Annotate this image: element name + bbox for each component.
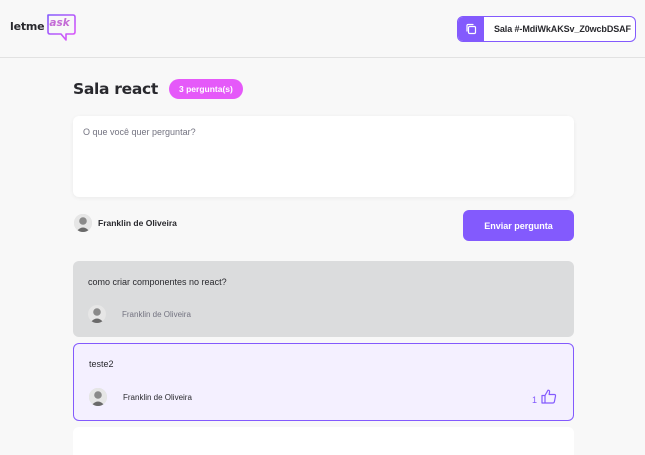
avatar [88,305,106,323]
question-input[interactable] [73,116,574,197]
send-question-button[interactable]: Enviar pergunta [463,210,574,241]
avatar [89,388,107,406]
thumbs-up-icon [541,389,557,406]
question-count-badge: 3 pergunta(s) [169,79,243,99]
like-button[interactable]: 1 [532,389,557,406]
room-code-button[interactable]: Sala #-MdiWkAKSv_Z0wcbDSAF [457,16,636,42]
question-author-name: Franklin de Oliveira [122,309,191,319]
page-header: letme ask Sala #-MdiWkAKSv_Z0wcbDSAF [0,0,645,58]
avatar [74,214,92,232]
room-title-row: Sala react 3 pergunta(s) [73,79,243,99]
copy-icon[interactable] [458,17,484,41]
logo-text: letme [10,20,45,33]
question-author: Franklin de Oliveira [89,388,192,406]
question-card-highlighted: teste2 Franklin de Oliveira 1 [73,343,574,421]
letmeask-logo[interactable]: letme ask [10,12,77,42]
form-user-info: Franklin de Oliveira [74,214,177,232]
room-code-label: Sala #-MdiWkAKSv_Z0wcbDSAF [494,24,631,34]
question-card-partial [73,427,574,455]
question-card-answered: como criar componentes no react? Frankli… [73,261,574,337]
logo-accent-text: ask [49,17,70,29]
question-content: teste2 [89,359,114,369]
question-author-name: Franklin de Oliveira [123,392,192,402]
form-user-name: Franklin de Oliveira [98,218,177,228]
like-count: 1 [531,395,537,405]
question-author: Franklin de Oliveira [88,305,191,323]
chat-bubble-icon: ask [46,12,77,42]
page-title: Sala react [73,80,159,98]
question-content: como criar componentes no react? [88,277,227,287]
